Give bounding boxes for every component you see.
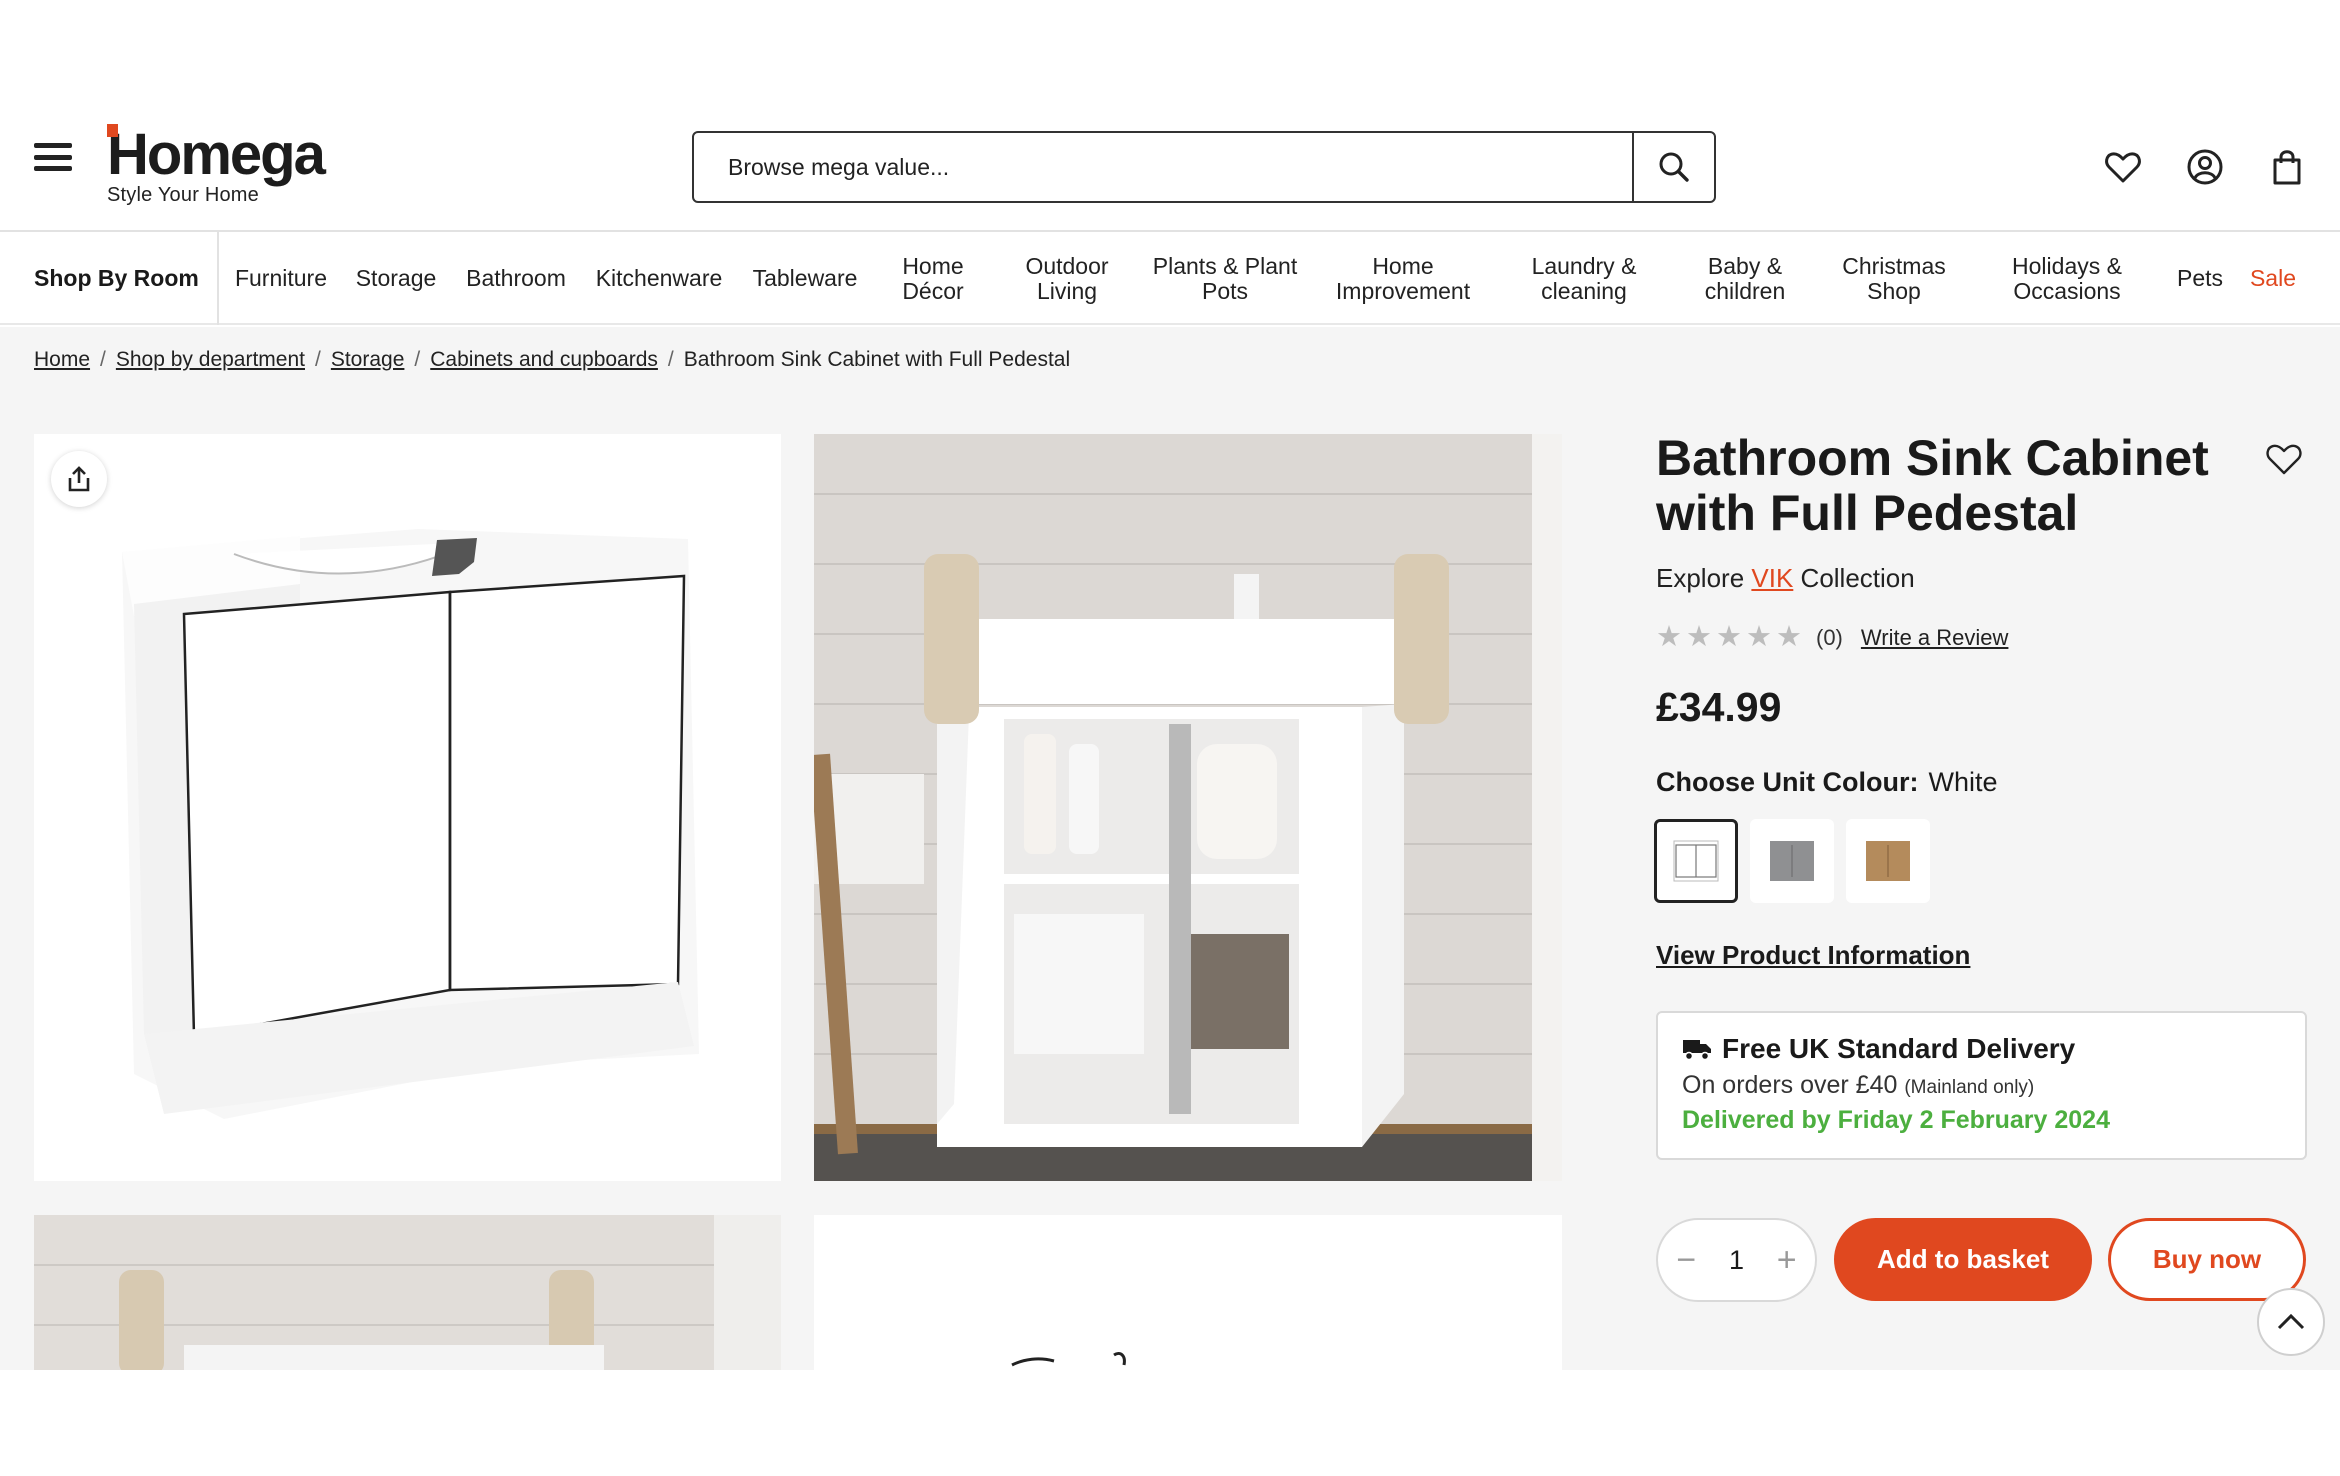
collection-line: Explore VIK Collection <box>1656 563 1915 594</box>
nav-item-furniture[interactable]: Furniture <box>233 232 329 325</box>
minus-icon[interactable]: − <box>1672 1241 1700 1280</box>
cabinet-white-image <box>122 529 699 1119</box>
delivery-note: (Mainland only) <box>1904 1077 2035 1098</box>
delivery-title: Free UK Standard Delivery <box>1722 1033 2076 1064</box>
nav-item-pets[interactable]: Pets <box>2168 232 2232 325</box>
nav-item-home-improvement[interactable]: Home Improvement <box>1329 232 1477 325</box>
rating-row: ★ ★ ★ ★ ★ (0) Write a Review <box>1656 623 2008 652</box>
breadcrumb-home[interactable]: Home <box>34 348 90 372</box>
delivery-condition: On orders over £40 (Mainland only) <box>1682 1071 2281 1100</box>
bottom-blank-area <box>0 1370 2340 1476</box>
star-icon: ★ <box>1746 621 1772 653</box>
breadcrumb-cabinets[interactable]: Cabinets and cupboards <box>430 348 658 372</box>
nav-item-kitchenware[interactable]: Kitchenware <box>593 232 725 325</box>
delivery-title-row: Free UK Standard Delivery <box>1682 1033 2281 1065</box>
cabinet-grey-thumb <box>1770 841 1814 881</box>
product-title: Bathroom Sink Cabinet with Full Pedestal <box>1656 430 2209 541</box>
breadcrumb-separator: / <box>100 348 106 371</box>
search-bar <box>692 131 1716 203</box>
delivery-threshold: On orders over £40 <box>1682 1071 1898 1099</box>
nav-item-home-decor[interactable]: Home Décor <box>883 232 983 325</box>
chevron-up-icon <box>2277 1313 2305 1330</box>
nav-shop-by-room[interactable]: Shop By Room <box>0 232 219 325</box>
product-image-4[interactable] <box>814 1215 1562 1370</box>
swatch-oak[interactable] <box>1846 819 1930 903</box>
basket-icon[interactable] <box>2268 148 2306 186</box>
back-to-top-button[interactable] <box>2257 1288 2325 1356</box>
delivery-box: Free UK Standard Delivery On orders over… <box>1656 1011 2307 1160</box>
search-icon <box>1659 152 1689 182</box>
review-count: (0) <box>1816 624 1843 650</box>
explore-prefix: Explore <box>1656 563 1745 593</box>
star-icon: ★ <box>1776 621 1802 653</box>
account-icon[interactable] <box>2186 148 2224 186</box>
plus-icon[interactable]: + <box>1773 1241 1801 1280</box>
nav-item-holidays[interactable]: Holidays & Occasions <box>1999 232 2135 325</box>
search-button[interactable] <box>1632 133 1714 201</box>
site-logo[interactable]: Homega Style Your Home <box>107 126 326 207</box>
product-price: £34.99 <box>1656 684 1782 730</box>
breadcrumb-storage[interactable]: Storage <box>331 348 405 372</box>
heart-icon[interactable] <box>2104 148 2142 186</box>
view-product-information-link[interactable]: View Product Information <box>1656 940 1970 971</box>
logo-name: Homega <box>107 126 326 184</box>
cabinet-white-thumb <box>1673 840 1719 882</box>
product-image-2[interactable] <box>814 434 1562 1181</box>
breadcrumb-separator: / <box>414 348 421 371</box>
product-page: Home / Shop by department / Storage / Ca… <box>0 327 2340 1370</box>
logo-h: H <box>107 122 149 187</box>
star-icon: ★ <box>1686 621 1712 653</box>
menu-icon[interactable] <box>34 143 72 171</box>
breadcrumb: Home / Shop by department / Storage / Ca… <box>34 348 1070 372</box>
swatch-white[interactable] <box>1654 819 1738 903</box>
dimension-diagram-image <box>1011 1351 1126 1367</box>
breadcrumb-separator: / <box>315 348 321 371</box>
bathroom-scene-image <box>814 434 1562 1181</box>
breadcrumb-shop-by-department[interactable]: Shop by department <box>116 348 305 372</box>
nav-item-storage[interactable]: Storage <box>353 232 439 325</box>
nav-item-tableware[interactable]: Tableware <box>751 232 859 325</box>
product-image-3[interactable] <box>34 1215 781 1370</box>
site-header: Homega Style Your Home <box>0 0 2340 232</box>
truck-icon <box>1683 1040 1711 1061</box>
breadcrumb-current: Bathroom Sink Cabinet with Full Pedestal <box>683 348 1071 371</box>
bathroom-scene-image-2 <box>34 1215 781 1370</box>
cabinet-oak-thumb <box>1866 841 1910 881</box>
wishlist-heart-icon[interactable] <box>2264 439 2304 477</box>
logo-tagline: Style Your Home <box>107 184 259 206</box>
star-icon: ★ <box>1716 621 1742 653</box>
buy-now-button[interactable]: Buy now <box>2108 1218 2306 1301</box>
nav-item-plants[interactable]: Plants & Plant Pots <box>1145 232 1305 325</box>
nav-item-christmas[interactable]: Christmas Shop <box>1837 232 1951 325</box>
quantity-value[interactable]: 1 <box>1729 1245 1744 1276</box>
explore-suffix: Collection <box>1800 563 1915 593</box>
star-icon: ★ <box>1656 621 1682 653</box>
product-image-1[interactable] <box>34 434 781 1181</box>
share-icon <box>68 466 90 492</box>
nav-item-baby-children[interactable]: Baby & children <box>1689 232 1801 325</box>
quantity-stepper: − 1 + <box>1656 1218 1817 1302</box>
write-review-link[interactable]: Write a Review <box>1861 625 2009 651</box>
collection-link[interactable]: VIK <box>1751 563 1793 593</box>
nav-item-laundry[interactable]: Laundry & cleaning <box>1519 232 1649 325</box>
colour-value: White <box>1928 767 1998 797</box>
breadcrumb-separator: / <box>667 348 674 371</box>
search-input[interactable] <box>694 133 1632 201</box>
main-nav: Shop By Room Furniture Storage Bathroom … <box>0 232 2340 325</box>
delivery-date: Delivered by Friday 2 February 2024 <box>1682 1106 2110 1134</box>
nav-item-sale[interactable]: Sale <box>2244 232 2302 325</box>
nav-item-bathroom[interactable]: Bathroom <box>463 232 569 325</box>
nav-item-outdoor-living[interactable]: Outdoor Living <box>1011 232 1123 325</box>
colour-label: Choose Unit Colour: <box>1656 767 1919 797</box>
logo-rest: omega <box>146 122 326 187</box>
share-button[interactable] <box>51 451 107 507</box>
swatch-grey[interactable] <box>1750 819 1834 903</box>
colour-selector-label: Choose Unit Colour: White <box>1656 767 1998 798</box>
add-to-basket-button[interactable]: Add to basket <box>1834 1218 2092 1301</box>
